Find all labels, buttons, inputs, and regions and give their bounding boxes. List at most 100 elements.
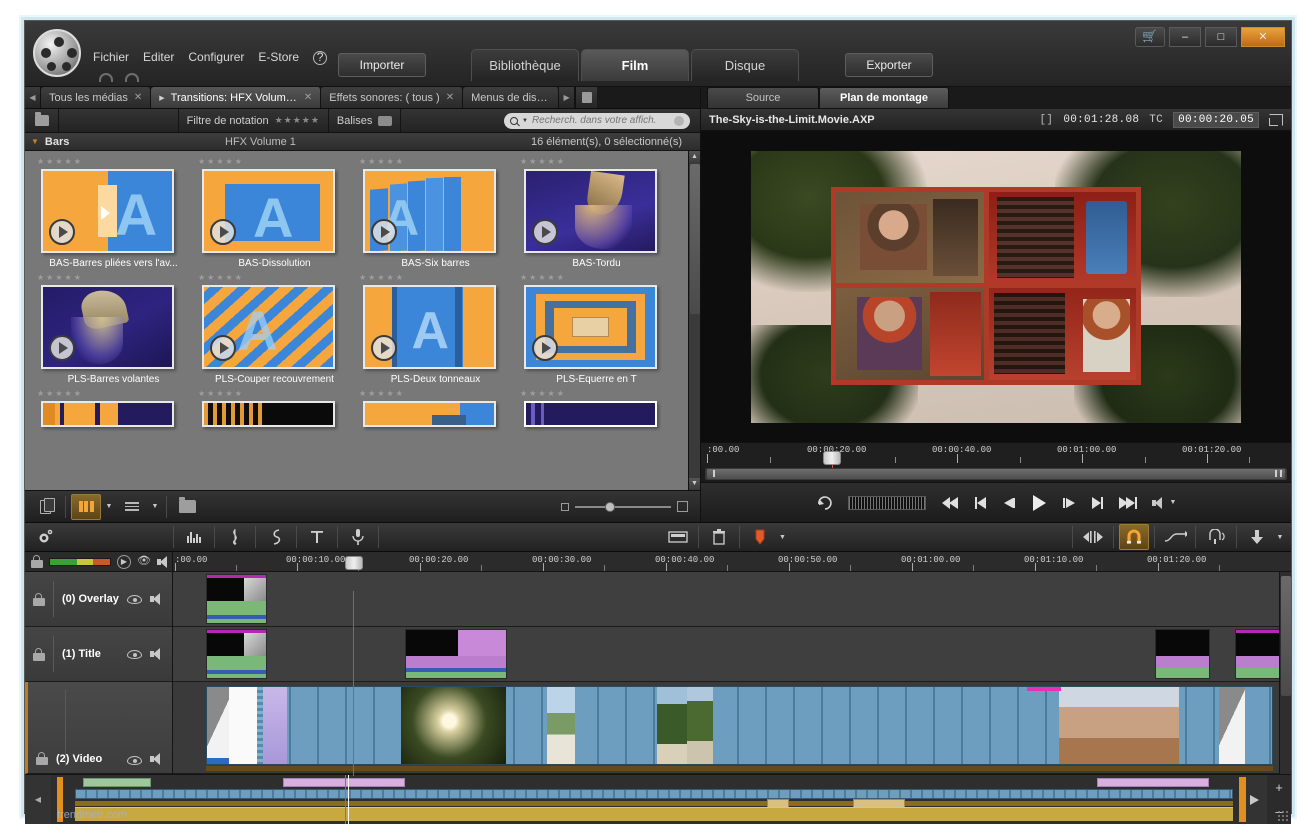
item-rating[interactable]: ★★★★★ [194, 389, 355, 401]
tab-source[interactable]: Source [707, 87, 819, 109]
item-rating[interactable]: ★★★★★ [33, 389, 194, 401]
item-rating[interactable]: ★★★★★ [194, 273, 355, 285]
thumbnail-size-slider[interactable] [575, 501, 671, 512]
clip[interactable] [405, 629, 507, 679]
step-back-icon[interactable] [1002, 496, 1016, 510]
browser-tab-effets-sonores[interactable]: Effets sonores: ( tous ) ✕ [321, 87, 464, 108]
tab-close-icon[interactable]: ✕ [134, 92, 142, 103]
scrollbar-thumb[interactable] [707, 469, 1285, 479]
fullscreen-icon[interactable] [1269, 113, 1283, 126]
zoom-in-button[interactable]: + [1267, 775, 1291, 800]
track-height-icon[interactable] [1242, 524, 1272, 550]
scrollbar-thumb[interactable] [1281, 576, 1291, 696]
tabs-scroll-left-icon[interactable]: ◀ [25, 87, 41, 108]
menu-editer[interactable]: Editer [143, 50, 174, 65]
rating-filter-stars[interactable]: ★★★★★ [275, 115, 320, 126]
volume-icon[interactable]: ▼ [1151, 496, 1176, 509]
library-item[interactable]: ★★★★★ PLS-Barres volantes [33, 273, 194, 385]
library-item[interactable]: ★★★★★ [355, 389, 516, 427]
group-collapse-icon[interactable]: ▼ [31, 137, 39, 146]
skip-to-start-icon[interactable] [940, 496, 960, 510]
import-button[interactable]: Importer [338, 53, 426, 77]
item-rating[interactable]: ★★★★★ [516, 389, 677, 401]
speaker-icon[interactable] [150, 648, 164, 660]
duplicate-button[interactable] [30, 494, 60, 520]
export-button[interactable]: Exporter [845, 53, 933, 77]
library-item[interactable]: ★★★★★ A BAS-Barres pliées vers l'av... [33, 157, 194, 269]
clip[interactable] [206, 629, 267, 679]
speaker-icon[interactable] [150, 593, 164, 605]
lock-icon[interactable] [36, 752, 48, 765]
scroll-down-icon[interactable]: ▼ [689, 478, 700, 490]
scroll-up-icon[interactable]: ▲ [689, 151, 700, 163]
maximize-button[interactable]: □ [1205, 27, 1237, 47]
trash-icon[interactable] [704, 524, 734, 550]
eye-icon[interactable] [127, 649, 142, 659]
item-thumbnail[interactable] [41, 401, 174, 427]
list-view-dropdown-icon[interactable]: ▼ [149, 494, 161, 520]
player-playhead[interactable] [823, 451, 841, 479]
clip[interactable] [206, 574, 267, 624]
track-header-video[interactable]: (2) Video [25, 682, 172, 774]
scrollbar-thumb[interactable] [690, 164, 700, 314]
track-lane-overlay[interactable] [173, 572, 1279, 627]
item-thumbnail[interactable]: A [41, 169, 174, 253]
menu-configurer[interactable]: Configurer [188, 50, 244, 65]
audio-scrub-icon[interactable] [1201, 524, 1231, 550]
timeline-vertical-scrollbar[interactable] [1279, 572, 1291, 774]
expand-meter-icon[interactable]: ▶ [117, 554, 131, 569]
library-item[interactable]: ★★★★★ PLS-Equerre en T [516, 273, 677, 385]
music-note-icon[interactable] [220, 524, 250, 550]
item-thumbnail[interactable]: A [202, 285, 335, 369]
step-forward-icon[interactable] [1062, 496, 1076, 510]
browser-tab-menus-de-disque[interactable]: Menus de disque [463, 87, 560, 108]
item-rating[interactable]: ★★★★★ [33, 157, 194, 169]
item-play-icon[interactable] [371, 219, 397, 245]
undo-icon[interactable] [99, 73, 113, 82]
video-preview-stage[interactable] [701, 131, 1291, 442]
track-header-overlay[interactable]: (0) Overlay [25, 572, 172, 627]
clip[interactable] [1155, 629, 1210, 679]
track-lane-title[interactable] [173, 627, 1291, 682]
tab-close-icon[interactable]: ✕ [446, 92, 454, 103]
item-rating[interactable]: ★★★★★ [355, 389, 516, 401]
current-timecode[interactable]: 00:00:20.05 [1173, 111, 1259, 128]
overview-track[interactable]: trendmetr.com [51, 775, 1246, 824]
item-rating[interactable]: ★★★★★ [194, 157, 355, 169]
timeline-ruler-scale[interactable]: :00.00 00:00:10.00 00:00:20.00 00:00:30.… [173, 552, 1291, 571]
track-lane-video[interactable] [173, 682, 1279, 774]
trim-mode-icon[interactable] [1078, 524, 1108, 550]
next-clip-icon[interactable] [1090, 496, 1104, 510]
lock-icon[interactable] [33, 647, 45, 661]
item-play-icon[interactable] [532, 335, 558, 361]
item-play-icon[interactable] [49, 219, 75, 245]
help-icon[interactable]: ? [313, 51, 328, 65]
chevron-down-icon[interactable]: ▼ [522, 118, 528, 124]
track-lanes[interactable] [173, 572, 1291, 774]
resize-grip[interactable] [1277, 810, 1289, 822]
overview-scroll-left-icon[interactable]: ◀ [25, 775, 51, 824]
track-header-title[interactable]: (1) Title [25, 627, 172, 682]
speaker-icon[interactable] [150, 753, 164, 765]
item-rating[interactable]: ★★★★★ [516, 273, 677, 285]
tags-filter[interactable]: Balises [329, 109, 402, 132]
search-input[interactable] [531, 115, 670, 126]
library-scrollbar[interactable]: ▲ ▼ [688, 151, 700, 490]
skip-to-end-icon[interactable] [1118, 496, 1138, 510]
timeline-ruler[interactable]: ▶ 👁 :00.00 00:00:10.00 00:00:20.00 00:00… [25, 552, 1291, 572]
browser-tab-transitions[interactable]: ▶ Transitions: HFX Volume 1 ✕ [151, 87, 322, 108]
tab-film[interactable]: Film [581, 49, 689, 81]
speaker-icon[interactable] [157, 555, 171, 568]
new-folder-button[interactable] [25, 109, 59, 132]
browser-pin-icon[interactable] [575, 87, 598, 108]
tab-plan-de-montage[interactable]: Plan de montage [819, 87, 949, 109]
track-height-dropdown-icon[interactable]: ▼ [1274, 524, 1286, 550]
close-button[interactable]: ✕ [1241, 27, 1285, 47]
menu-fichier[interactable]: Fichier [93, 50, 129, 65]
item-rating[interactable]: ★★★★★ [516, 157, 677, 169]
grid-view-button[interactable] [71, 493, 101, 520]
item-thumbnail[interactable]: A [363, 169, 496, 253]
item-thumbnail[interactable] [524, 285, 657, 369]
tab-bibliotheque[interactable]: Bibliothèque [471, 49, 579, 81]
library-item[interactable]: ★★★★★ A BAS-Six barres [355, 157, 516, 269]
